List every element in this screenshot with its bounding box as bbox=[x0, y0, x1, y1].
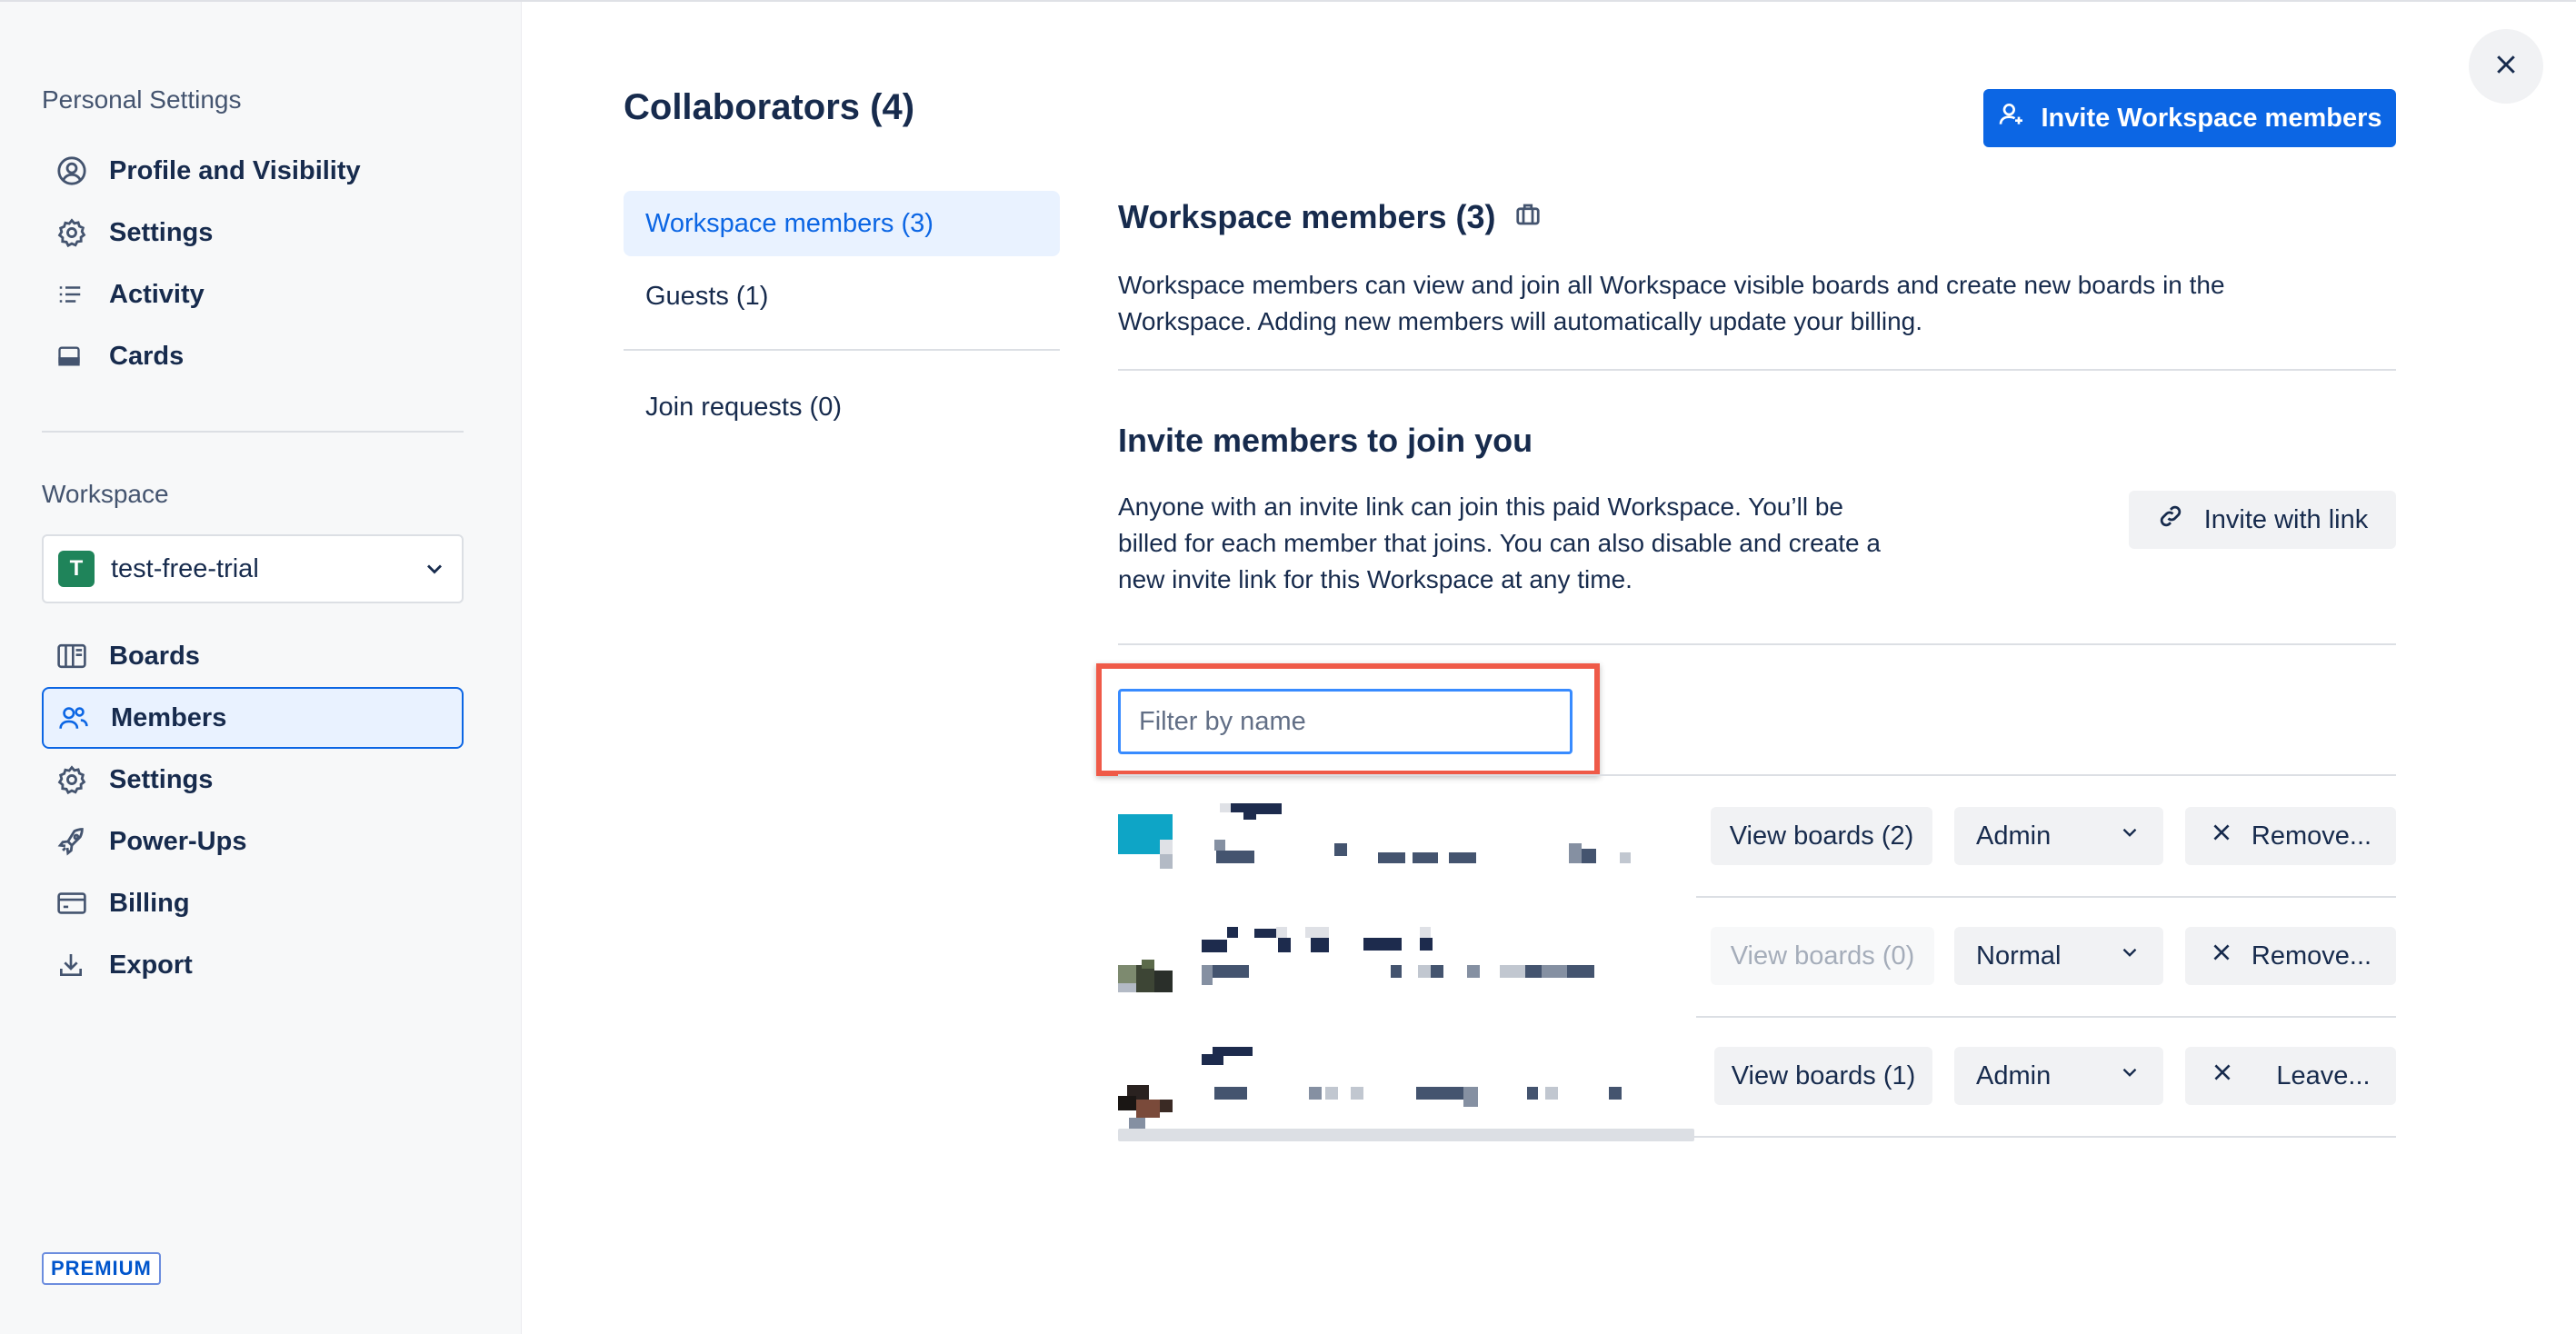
personal-settings-heading: Personal Settings bbox=[42, 85, 242, 114]
leave-workspace-button[interactable]: Leave... bbox=[2185, 1047, 2396, 1105]
view-boards-button[interactable]: View boards (2) bbox=[1711, 807, 1932, 865]
member-avatar bbox=[1118, 1054, 1173, 1130]
workspace-members-description: Workspace members can view and join all … bbox=[1118, 267, 2225, 340]
workspace-avatar: T bbox=[58, 551, 95, 587]
settings-sidebar: Personal Settings Profile and Visibility… bbox=[0, 2, 522, 1334]
close-icon bbox=[2211, 1060, 2234, 1091]
activity-list-icon bbox=[56, 278, 96, 311]
description-line: Workspace members can view and join all … bbox=[1118, 271, 2225, 299]
remove-label: Remove... bbox=[2251, 941, 2372, 971]
sidebar-item-label: Settings bbox=[109, 217, 214, 247]
workspace-select[interactable]: T test-free-trial bbox=[42, 534, 464, 603]
gear-icon bbox=[56, 216, 96, 249]
sidebar-item-cards[interactable]: Cards bbox=[42, 325, 464, 387]
sidebar-item-label: Export bbox=[109, 950, 193, 980]
member-row: View boards (2) Admin Remove... bbox=[1118, 776, 2396, 896]
sidebar-item-label: Settings bbox=[109, 764, 214, 794]
tab-join-requests[interactable]: Join requests (0) bbox=[624, 374, 1060, 440]
sidebar-item-profile[interactable]: Profile and Visibility bbox=[42, 140, 464, 202]
rocket-icon bbox=[56, 825, 96, 858]
sidebar-item-billing[interactable]: Billing bbox=[42, 872, 464, 934]
member-row: View boards (1) Admin Leave... bbox=[1118, 1016, 2396, 1136]
sidebar-item-power-ups[interactable]: Power-Ups bbox=[42, 811, 464, 872]
sidebar-item-workspace-settings[interactable]: Settings bbox=[42, 749, 464, 811]
sidebar-item-label: Power-Ups bbox=[109, 826, 247, 856]
invite-workspace-members-button[interactable]: Invite Workspace members bbox=[1983, 89, 2396, 147]
sidebar-item-personal-settings[interactable]: Settings bbox=[42, 202, 464, 264]
link-icon bbox=[2157, 503, 2184, 537]
close-icon bbox=[2210, 821, 2233, 851]
tab-guests[interactable]: Guests (1) bbox=[624, 264, 1060, 329]
chevron-down-icon bbox=[2118, 821, 2142, 851]
close-icon bbox=[2492, 51, 2520, 83]
credit-card-icon bbox=[56, 887, 96, 920]
sidebar-item-label: Profile and Visibility bbox=[109, 155, 361, 185]
chevron-down-icon bbox=[2118, 1060, 2142, 1091]
view-boards-button: View boards (0) bbox=[1711, 927, 1934, 985]
members-icon bbox=[58, 702, 98, 734]
description-line: Workspace. Adding new members will autom… bbox=[1118, 307, 1923, 335]
sidebar-item-label: Boards bbox=[109, 641, 200, 671]
invite-with-link-label: Invite with link bbox=[2203, 504, 2369, 534]
remove-member-button[interactable]: Remove... bbox=[2185, 807, 2396, 865]
card-icon bbox=[56, 340, 96, 373]
workspace-members-title-text: Workspace members (3) bbox=[1118, 198, 1496, 235]
sidebar-divider bbox=[42, 431, 464, 433]
filter-by-name-input[interactable] bbox=[1118, 689, 1573, 754]
tab-workspace-members[interactable]: Workspace members (3) bbox=[624, 191, 1060, 256]
role-select[interactable]: Normal bbox=[1954, 927, 2163, 985]
workspace-heading: Workspace bbox=[42, 480, 169, 508]
role-select[interactable]: Admin bbox=[1954, 1047, 2163, 1105]
chevron-down-icon bbox=[422, 556, 447, 586]
workspace-members-title: Workspace members (3) bbox=[1118, 198, 1542, 236]
sidebar-item-boards[interactable]: Boards bbox=[42, 625, 464, 687]
sidebar-item-label: Cards bbox=[109, 341, 185, 371]
invite-workspace-members-label: Invite Workspace members bbox=[2041, 103, 2382, 133]
add-person-icon bbox=[1997, 100, 2026, 136]
chevron-down-icon bbox=[2118, 941, 2142, 971]
workspace-name: test-free-trial bbox=[111, 553, 259, 583]
page-title: Collaborators (4) bbox=[624, 87, 915, 127]
invite-description-line: billed for each member that joins. You c… bbox=[1118, 529, 1881, 557]
invite-members-title: Invite members to join you bbox=[1118, 422, 1533, 459]
briefcase-icon bbox=[1514, 198, 1542, 236]
boards-icon bbox=[56, 640, 96, 672]
gear-icon bbox=[56, 763, 96, 796]
sidebar-item-label: Members bbox=[111, 702, 227, 732]
remove-label: Remove... bbox=[2251, 821, 2372, 851]
invite-description-line: new invite link for this Workspace at an… bbox=[1118, 565, 1632, 593]
close-icon bbox=[2210, 941, 2233, 971]
horizontal-scrollbar[interactable] bbox=[1118, 1129, 1694, 1141]
profile-icon bbox=[56, 154, 96, 187]
view-boards-button[interactable]: View boards (1) bbox=[1714, 1047, 1932, 1105]
sidebar-item-members[interactable]: Members bbox=[42, 687, 464, 749]
role-label: Admin bbox=[1976, 821, 2052, 851]
sidebar-item-label: Billing bbox=[109, 888, 190, 918]
invite-description-line: Anyone with an invite link can join this… bbox=[1118, 493, 1843, 521]
sidebar-item-activity[interactable]: Activity bbox=[42, 264, 464, 325]
close-button[interactable] bbox=[2469, 29, 2543, 104]
section-divider bbox=[1118, 643, 2396, 645]
member-row: View boards (0) Normal Remove... bbox=[1118, 896, 2396, 1016]
leave-label: Leave... bbox=[2276, 1060, 2371, 1090]
member-avatar bbox=[1118, 934, 1173, 992]
sidebar-item-export[interactable]: Export bbox=[42, 934, 464, 996]
role-select[interactable]: Admin bbox=[1954, 807, 2163, 865]
sidebar-item-label: Activity bbox=[109, 279, 205, 309]
section-divider bbox=[1118, 369, 2396, 371]
invite-with-link-button[interactable]: Invite with link bbox=[2129, 491, 2396, 549]
download-icon bbox=[56, 949, 96, 981]
tabs-divider bbox=[624, 349, 1060, 351]
remove-member-button[interactable]: Remove... bbox=[2185, 927, 2396, 985]
role-label: Admin bbox=[1976, 1060, 2052, 1090]
member-avatar bbox=[1118, 814, 1173, 869]
role-label: Normal bbox=[1976, 941, 2062, 971]
invite-description: Anyone with an invite link can join this… bbox=[1118, 489, 1881, 598]
premium-badge: PREMIUM bbox=[42, 1252, 161, 1285]
